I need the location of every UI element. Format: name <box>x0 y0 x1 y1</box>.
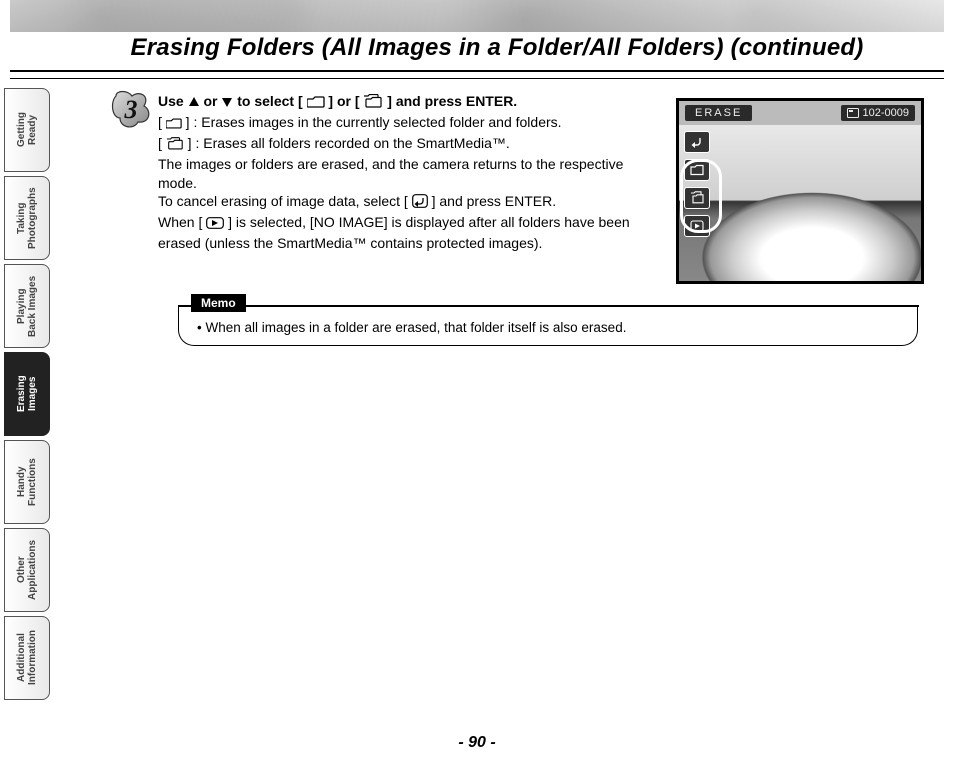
card-icon <box>847 108 859 118</box>
lcd-image <box>679 125 921 281</box>
lcd-option-return[interactable] <box>684 131 710 153</box>
t: [ <box>158 135 166 151</box>
step-3-icon: 3 <box>110 88 152 130</box>
t: ] and press ENTER. <box>432 193 557 209</box>
svg-text:3: 3 <box>124 95 138 124</box>
tab-label: Functions <box>27 458 38 506</box>
memo-label: Memo <box>191 294 246 312</box>
page-number: - 90 - <box>0 734 954 752</box>
tab-taking-photographs[interactable]: TakingPhotographs <box>4 176 50 260</box>
tab-label: Additional <box>16 634 27 683</box>
play-icon <box>206 215 224 234</box>
tab-label: Applications <box>27 540 38 600</box>
t: ] is selected, [NO IMAGE] is displayed a… <box>158 214 630 251</box>
selection-highlight <box>680 159 722 233</box>
tab-label: Photographs <box>27 187 38 249</box>
t: The images or folders are erased, and th… <box>158 156 623 191</box>
tab-label: Erasing <box>16 376 27 413</box>
tab-other-applications[interactable]: OtherApplications <box>4 528 50 612</box>
tab-label: Handy <box>16 467 27 498</box>
tab-erasing-images[interactable]: ErasingImages <box>4 352 50 436</box>
t: ] : Erases images in the currently selec… <box>186 114 562 130</box>
t: ] or [ <box>328 93 363 109</box>
t: ] and press ENTER. <box>387 93 517 109</box>
t: Use <box>158 93 188 109</box>
header-texture <box>10 0 944 32</box>
lcd-option-sidebar <box>683 131 711 275</box>
lcd-file-indicator: 102-0009 <box>841 105 916 121</box>
tab-label: Getting <box>16 113 27 148</box>
tab-label: Other <box>16 557 27 584</box>
memo-box: Memo • When all images in a folder are e… <box>178 306 918 346</box>
tab-label: Information <box>27 631 38 686</box>
t: [ <box>158 114 166 130</box>
tab-label: Images <box>27 377 38 411</box>
single-folder-icon <box>307 94 325 113</box>
lcd-header: ERASE 102-0009 <box>679 101 921 125</box>
lcd-file-number: 102-0009 <box>863 107 910 119</box>
lcd-mode-label: ERASE <box>685 105 752 121</box>
t: ] : Erases all folders recorded on the S… <box>188 135 510 151</box>
section-tabs: GettingReady TakingPhotographs PlayingBa… <box>4 88 50 700</box>
single-folder-icon <box>166 115 182 134</box>
title-rule <box>10 70 944 79</box>
multi-folder-icon <box>166 136 184 155</box>
step-text: Use or to select [ ] or [ ] and press EN… <box>158 92 648 253</box>
tab-label: Taking <box>16 202 27 233</box>
camera-lcd-preview: ERASE 102-0009 <box>676 98 924 284</box>
tab-label: Back Images <box>27 275 38 336</box>
t: To cancel erasing of image data, select … <box>158 193 412 209</box>
tab-additional-information[interactable]: AdditionalInformation <box>4 616 50 700</box>
multi-folder-icon <box>363 94 383 113</box>
t: to select [ <box>237 93 306 109</box>
return-icon <box>412 194 428 213</box>
page-title: Erasing Folders (All Images in a Folder/… <box>60 34 934 62</box>
tab-label: Ready <box>27 115 38 145</box>
memo-text: When all images in a folder are erased, … <box>205 320 626 335</box>
tab-playing-back-images[interactable]: PlayingBack Images <box>4 264 50 348</box>
tab-handy-functions[interactable]: HandyFunctions <box>4 440 50 524</box>
t: or <box>203 93 221 109</box>
t: When [ <box>158 214 206 230</box>
tab-label: Playing <box>16 288 27 324</box>
tab-getting-ready[interactable]: GettingReady <box>4 88 50 172</box>
down-triangle-icon <box>221 94 233 113</box>
up-triangle-icon <box>188 94 200 113</box>
